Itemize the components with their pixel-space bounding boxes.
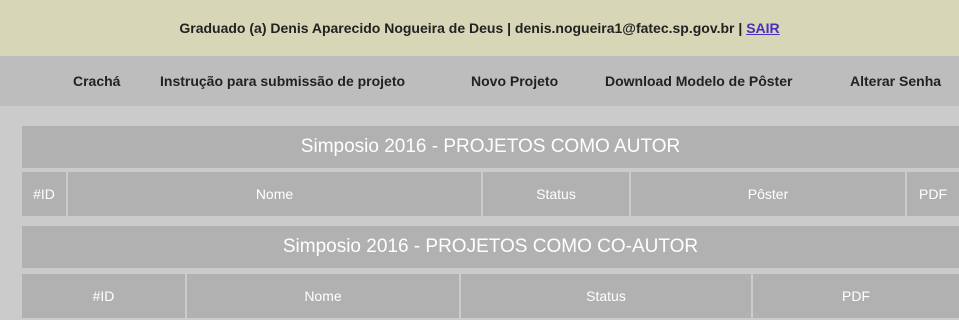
column-header-status: Status (461, 274, 751, 318)
user-header: Graduado (a) Denis Aparecido Nogueira de… (0, 0, 959, 56)
column-header-status: Status (483, 172, 629, 216)
main-nav: Crachá Instrução para submissão de proje… (0, 56, 959, 106)
column-header-nome: Nome (187, 274, 459, 318)
author-table-title: Simposio 2016 - PROJETOS COMO AUTOR (22, 126, 959, 168)
nav-alterar-senha[interactable]: Alterar Senha (850, 56, 941, 106)
column-header-pdf: PDF (753, 274, 959, 318)
nav-download-modelo-poster[interactable]: Download Modelo de Pôster (605, 56, 792, 106)
user-info-text: Graduado (a) Denis Aparecido Nogueira de… (179, 20, 747, 36)
column-header-poster: Pôster (631, 172, 905, 216)
coauthor-table-header-row: #ID Nome Status PDF (22, 274, 959, 318)
column-header-id: #ID (22, 172, 66, 216)
column-header-id: #ID (22, 274, 185, 318)
coauthor-table-title: Simposio 2016 - PROJETOS COMO CO-AUTOR (22, 226, 959, 268)
nav-instrucao-submissao[interactable]: Instrução para submissão de projeto (160, 56, 405, 106)
author-table-header-row: #ID Nome Status Pôster PDF (22, 172, 959, 216)
nav-cracha[interactable]: Crachá (73, 56, 120, 106)
logout-link[interactable]: SAIR (746, 20, 779, 36)
column-header-pdf: PDF (907, 172, 959, 216)
nav-novo-projeto[interactable]: Novo Projeto (471, 56, 558, 106)
column-header-nome: Nome (68, 172, 481, 216)
